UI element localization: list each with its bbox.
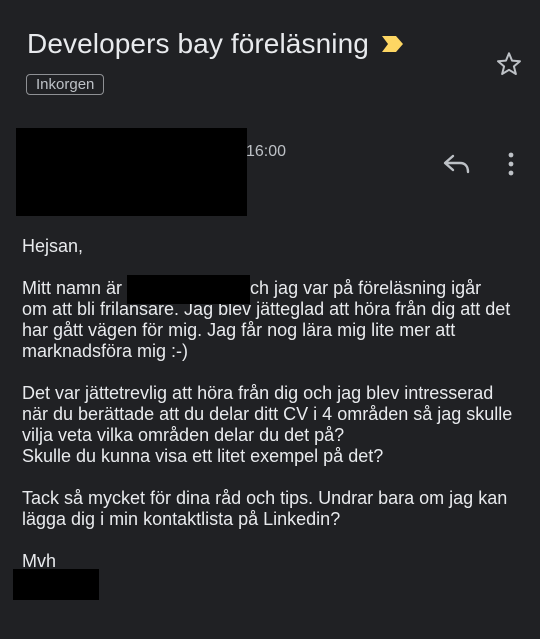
inbox-label-chip[interactable]: Inkorgen [26,74,105,95]
email-time: 16:00 [246,143,287,160]
lecture-text: och jag var på föreläsning igår [235,278,482,298]
greeting: Hejsan, [22,236,84,256]
redacted-name [127,275,250,304]
paragraph-1-line-3: har gått vägen för mig. Jag får nog lära… [22,320,456,340]
paragraph-3-line-2: lägga dig i min kontaktlista på Linkedin… [22,509,341,529]
importance-marker-icon[interactable] [381,34,405,54]
more-options-icon[interactable] [503,151,519,177]
redacted-signature [13,569,99,600]
email-subject: Developers bay föreläsning [27,28,369,59]
paragraph-1-line-1: Mitt namn är och jag var på föreläsning … [22,278,527,299]
inbox-label-text: Inkorgen [36,76,95,93]
name-intro-text: Mitt namn är [22,278,128,298]
paragraph-2-line-2: när du berättade att du delar ditt CV i … [22,404,513,424]
paragraph-2-line-1: Det var jättetrevlig att höra från dig o… [22,383,494,403]
paragraph-1-line-2: om att bli frilansare. Jag blev jättegla… [22,299,511,319]
paragraph-1-line-4: marknadsföra mig :-) [22,341,189,361]
email-body: Hejsan, Mitt namn är och jag var på före… [22,236,527,572]
reply-icon[interactable] [442,151,472,177]
star-icon[interactable] [495,50,523,78]
paragraph-2-line-4: Skulle du kunna visa ett litet exempel p… [22,446,384,466]
paragraph-2-line-3: vilja veta vilka områden delar du det på… [22,425,345,445]
subject-row: Developers bay föreläsning [27,26,405,62]
paragraph-3-line-1: Tack så mycket för dina råd och tips. Un… [22,488,508,508]
redacted-sender-block [16,128,247,216]
